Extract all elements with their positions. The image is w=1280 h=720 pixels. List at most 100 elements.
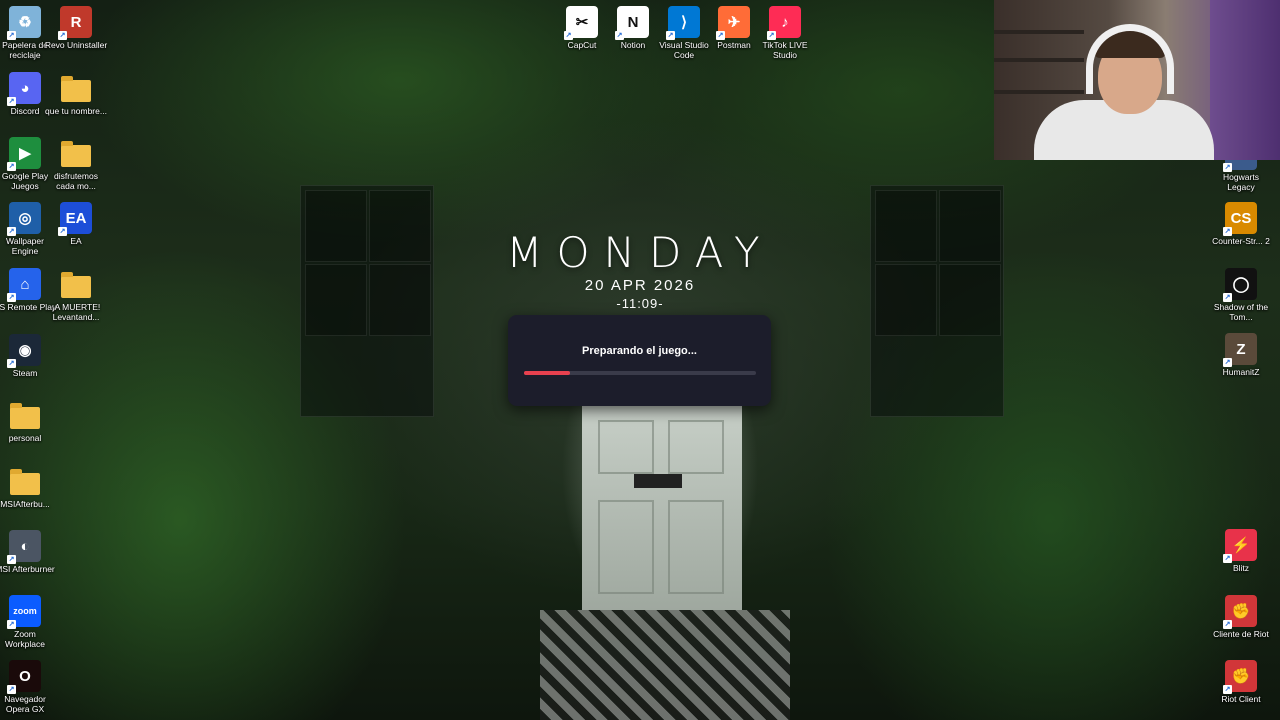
icon-label: Blitz [1232, 563, 1250, 573]
shortcut-arrow-icon: ↗ [1223, 358, 1232, 367]
shortcut-arrow-icon: ↗ [58, 227, 67, 236]
icon-label: ¡A MUERTE! Levantand... [51, 302, 101, 322]
personal-folder-icon [9, 399, 41, 431]
zoom-icon: zoom ↗ [7, 595, 41, 629]
personal-folder-shortcut[interactable]: personal [0, 399, 57, 443]
progress-fill [524, 371, 571, 375]
icon-label: MSIAfterbu... [0, 499, 50, 509]
shortcut-arrow-icon: ↗ [767, 31, 776, 40]
webcam-overlay [994, 0, 1280, 160]
shortcut-arrow-icon: ↗ [7, 620, 16, 629]
loading-dialog: Preparando el juego... [508, 315, 771, 406]
shortcut-arrow-icon: ↗ [7, 359, 16, 368]
progress-track [524, 371, 756, 375]
steam-shortcut[interactable]: ◉ ↗ Steam [0, 334, 57, 378]
riot-client-icon: ✊ ↗ [1223, 660, 1257, 694]
google-play-games-icon: ▶ ↗ [7, 137, 41, 171]
icon-label: Revo Uninstaller [44, 40, 108, 50]
icon-label: Hogwarts Legacy [1223, 172, 1259, 192]
shortcut-arrow-icon: ↗ [7, 97, 16, 106]
humanitz-shortcut[interactable]: Z ↗ HumanitZ [1209, 333, 1273, 377]
msi-afterburner-icon: ◐ ↗ [7, 530, 41, 564]
notion-icon: N ↗ [615, 6, 649, 40]
clock-date: 20 APR 2026 [584, 277, 696, 294]
icon-label: Riot Client [1221, 694, 1261, 704]
icon-label: Counter-Str... 2 [1212, 236, 1270, 246]
steam-icon: ◉ ↗ [7, 334, 41, 368]
loading-message: Preparando el juego... [582, 345, 697, 357]
shortcut-arrow-icon: ↗ [1223, 554, 1232, 563]
shortcut-arrow-icon: ↗ [7, 227, 16, 236]
ps-remote-play-icon: ⌂ ↗ [7, 268, 41, 302]
folder-icon [60, 137, 92, 169]
postman-icon: ✈ ↗ [716, 6, 750, 40]
front-door [582, 400, 742, 610]
ea-shortcut[interactable]: EA ↗ EA [44, 202, 108, 246]
shortcut-arrow-icon: ↗ [7, 293, 16, 302]
ea-icon: EA ↗ [58, 202, 92, 236]
icon-label: Navegador Opera GX [4, 694, 46, 714]
clock-time: -11:09- [616, 296, 664, 311]
clock-day: MONDAY [506, 228, 774, 277]
shortcut-arrow-icon: ↗ [1223, 227, 1232, 236]
wallpaper-engine-icon: ◎ ↗ [7, 202, 41, 236]
riot-client-shortcut[interactable]: ✊ ↗ Riot Client [1209, 660, 1273, 704]
discord-icon: ◕ ↗ [7, 72, 41, 106]
folder-icon [60, 268, 92, 300]
shortcut-arrow-icon: ↗ [666, 31, 675, 40]
icon-label: HumanitZ [1222, 367, 1260, 377]
revo-uninstaller-shortcut[interactable]: R ↗ Revo Uninstaller [44, 6, 108, 50]
opera-gx-shortcut[interactable]: O ↗ Navegador Opera GX [0, 660, 57, 714]
folder-shortcut[interactable]: que tu nombre... [44, 72, 108, 116]
folder-shortcut[interactable]: disfrutemos cada mo... [44, 137, 108, 191]
blitz-shortcut[interactable]: ⚡ ↗ Blitz [1209, 529, 1273, 573]
tiktok-live-studio-shortcut[interactable]: ♪ ↗ TikTok LIVE Studio [753, 6, 817, 60]
clock-widget: MONDAY 20 APR 2026 -11:09- [440, 228, 840, 311]
msi-afterburner-folder-shortcut[interactable]: MSIAfterbu... [0, 465, 57, 509]
house-window-left [300, 185, 434, 417]
curtain [1210, 0, 1280, 160]
revo-uninstaller-icon: R ↗ [58, 6, 92, 40]
shortcut-arrow-icon: ↗ [1223, 163, 1232, 172]
front-steps [540, 610, 790, 720]
house-window-right [870, 185, 1004, 417]
icon-label: Zoom Workplace [5, 629, 45, 649]
shortcut-arrow-icon: ↗ [1223, 293, 1232, 302]
shortcut-arrow-icon: ↗ [7, 555, 16, 564]
humanitz-icon: Z ↗ [1223, 333, 1257, 367]
counter-strike-shortcut[interactable]: CS ↗ Counter-Str... 2 [1209, 202, 1273, 246]
opera-gx-icon: O ↗ [7, 660, 41, 694]
folder-icon [60, 72, 92, 104]
shadow-of-tomb-raider-shortcut[interactable]: ◯ ↗ Shadow of the Tom... [1209, 268, 1273, 322]
recycle-bin-icon: ♻ ↗ [7, 6, 41, 40]
folder-shortcut[interactable]: ¡A MUERTE! Levantand... [44, 268, 108, 322]
tiktok-live-studio-icon: ♪ ↗ [767, 6, 801, 40]
riot-client-es-icon: ✊ ↗ [1223, 595, 1257, 629]
blitz-icon: ⚡ ↗ [1223, 529, 1257, 563]
msi-afterburner-folder-icon [9, 465, 41, 497]
shortcut-arrow-icon: ↗ [1223, 685, 1232, 694]
icon-label: Shadow of the Tom... [1213, 302, 1269, 322]
shadow-of-tomb-raider-icon: ◯ ↗ [1223, 268, 1257, 302]
shortcut-arrow-icon: ↗ [7, 31, 16, 40]
shortcut-arrow-icon: ↗ [1223, 620, 1232, 629]
shortcut-arrow-icon: ↗ [7, 162, 16, 171]
icon-label: personal [8, 433, 42, 443]
shortcut-arrow-icon: ↗ [58, 31, 67, 40]
icon-label: que tu nombre... [45, 106, 107, 116]
headphones-icon [1086, 24, 1174, 94]
icon-label: disfrutemos cada mo... [54, 171, 98, 191]
msi-afterburner-shortcut[interactable]: ◐ ↗ MSI Afterburner [0, 530, 57, 574]
shortcut-arrow-icon: ↗ [564, 31, 573, 40]
icon-label: Cliente de Riot [1213, 629, 1269, 639]
vscode-icon: ⟩ ↗ [666, 6, 700, 40]
icon-label: TikTok LIVE Studio [762, 40, 808, 60]
shortcut-arrow-icon: ↗ [615, 31, 624, 40]
counter-strike-icon: CS ↗ [1223, 202, 1257, 236]
icon-label: Steam [12, 368, 38, 378]
capcut-icon: ✂ ↗ [564, 6, 598, 40]
shortcut-arrow-icon: ↗ [7, 685, 16, 694]
zoom-shortcut[interactable]: zoom ↗ Zoom Workplace [0, 595, 57, 649]
riot-client-es-shortcut[interactable]: ✊ ↗ Cliente de Riot [1209, 595, 1273, 639]
shortcut-arrow-icon: ↗ [716, 31, 725, 40]
